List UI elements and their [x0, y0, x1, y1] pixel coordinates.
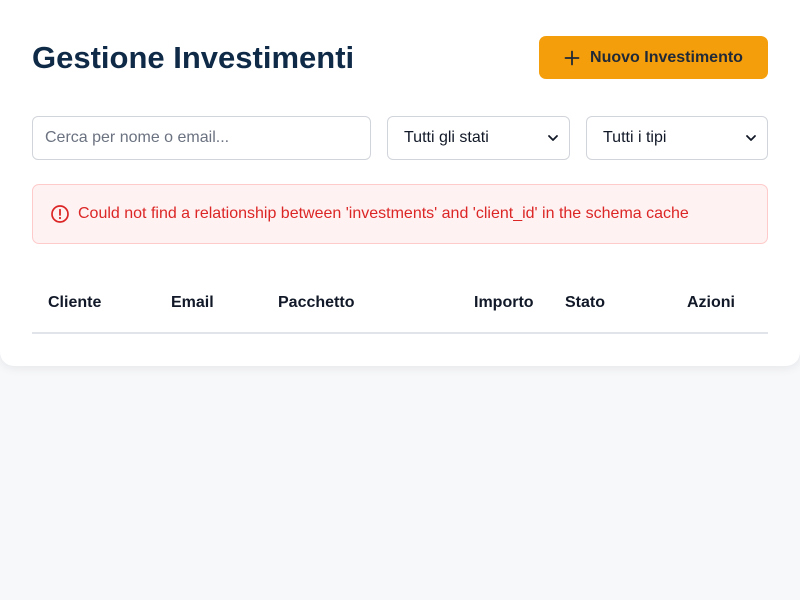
alert-circle-icon — [50, 204, 70, 224]
investments-card: Gestione Investimenti Nuovo Investimento… — [0, 0, 800, 366]
column-header-importo: Importo — [474, 294, 534, 311]
column-header-cliente: Cliente — [48, 294, 102, 311]
chevron-down-icon — [547, 132, 559, 144]
column-header-azioni: Azioni — [687, 294, 735, 311]
column-header-pacchetto: Pacchetto — [278, 294, 355, 311]
column-header-stato: Stato — [565, 294, 605, 311]
status-filter-value: Tutti gli stati — [404, 129, 489, 146]
chevron-down-icon — [745, 132, 757, 144]
search-input[interactable] — [32, 116, 371, 160]
type-filter-select[interactable]: Tutti i tipi — [586, 116, 768, 160]
column-header-email: Email — [171, 294, 214, 311]
page-title: Gestione Investimenti — [32, 40, 355, 75]
error-alert: Could not find a relationship between 'i… — [32, 184, 768, 244]
plus-icon — [564, 50, 580, 66]
type-filter-value: Tutti i tipi — [603, 129, 667, 146]
table-header: Cliente Email Pacchetto Importo Stato Az… — [32, 284, 768, 334]
new-investment-button[interactable]: Nuovo Investimento — [539, 36, 768, 79]
status-filter-select[interactable]: Tutti gli stati — [387, 116, 570, 160]
new-investment-label: Nuovo Investimento — [590, 48, 743, 66]
error-message: Could not find a relationship between 'i… — [78, 205, 689, 222]
